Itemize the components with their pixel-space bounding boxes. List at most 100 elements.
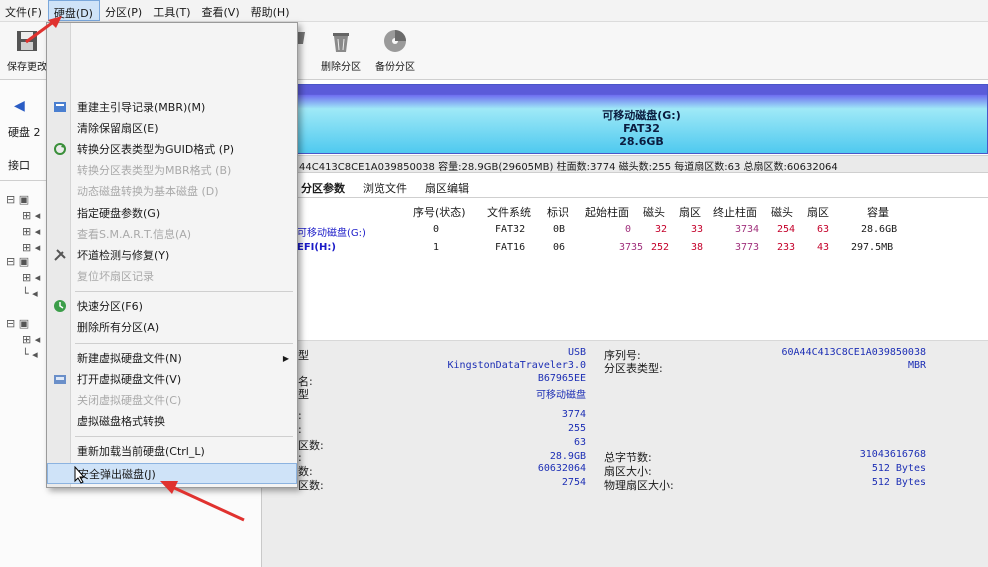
tree-node-disk3[interactable]: ⊟ ▣ xyxy=(6,317,29,330)
tree-node[interactable]: └ ◂ xyxy=(22,287,38,300)
menu-item-label: 指定硬盘参数(G) xyxy=(77,207,161,220)
menu-item-label: 关闭虚拟硬盘文件(C) xyxy=(77,394,182,407)
row-index: 1 xyxy=(433,242,440,253)
menu-item-dynamic-to-basic: 动态磁盘转换为基本磁盘 (D) xyxy=(47,181,297,202)
disk-details-panel: 型 名: 型 : : 区数: : 数: 区数: USB KingstonData… xyxy=(262,340,988,567)
menu-separator xyxy=(75,291,293,292)
menu-item-label: 复位坏扇区记录 xyxy=(77,270,154,283)
row-index: 0 xyxy=(433,224,440,235)
backup-partition-label: 备份分区 xyxy=(375,62,415,73)
tree-node[interactable]: ⊞ ◂ xyxy=(22,209,40,222)
menu-item-convert-guid[interactable]: 转换分区表类型为GUID格式 (P) xyxy=(47,139,297,160)
mbr-icon xyxy=(54,102,66,112)
detail-value: 63 xyxy=(573,437,586,448)
menu-tools[interactable]: 工具(T) xyxy=(148,0,196,21)
row-end-sec: 43 xyxy=(817,242,830,253)
detail-value: KingstonDataTraveler3.0 xyxy=(447,360,586,371)
menu-item-new-virtual-disk[interactable]: 新建虚拟硬盘文件(N) ▶ xyxy=(47,348,297,369)
partition-table: 序号(状态) 文件系统 标识 起始柱面 磁头 扇区 终止柱面 磁头 扇区 容量 … xyxy=(295,200,988,340)
detail-label: 型 xyxy=(298,388,309,401)
menu-item-smart-info: 查看S.M.A.R.T.信息(A) xyxy=(47,224,297,245)
detail-label: 区数: xyxy=(298,479,324,492)
menu-item-label: 查看S.M.A.R.T.信息(A) xyxy=(77,228,192,241)
tree-node-disk1[interactable]: ⊟ ▣ xyxy=(6,193,29,206)
tree-node[interactable]: ⊞ ◂ xyxy=(22,333,40,346)
row-start-head: 252 xyxy=(651,242,670,253)
tab-partition-params[interactable]: 分区参数 xyxy=(297,178,349,197)
detail-value: 512 Bytes xyxy=(871,477,926,488)
menu-item-label: 坏道检测与修复(Y) xyxy=(77,249,170,262)
col-header-fs: 文件系统 xyxy=(487,206,531,219)
menu-item-label: 虚拟磁盘格式转换 xyxy=(77,415,165,428)
nav-arrows-icon[interactable]: ◀ xyxy=(14,98,25,114)
detail-value: USB xyxy=(567,347,586,358)
row-size: 28.6GB xyxy=(861,224,898,235)
detail-label: 分区表类型: xyxy=(604,362,663,375)
menu-item-label: 转换分区表类型为GUID格式 (P) xyxy=(77,143,235,156)
disk-banner[interactable]: 可移动磁盘(G:) FAT32 28.6GB xyxy=(295,84,988,154)
menu-separator xyxy=(75,436,293,437)
quick-partition-icon xyxy=(54,300,66,312)
menu-partition[interactable]: 分区(P) xyxy=(100,0,148,21)
col-header-size: 容量 xyxy=(867,206,889,219)
detail-label: 型 xyxy=(298,349,309,362)
tab-sector-editor[interactable]: 扇区编辑 xyxy=(421,178,473,197)
delete-partition-button[interactable]: 删除分区 xyxy=(316,28,366,76)
detail-value: 31043616768 xyxy=(859,449,926,460)
col-header-end-head: 磁头 xyxy=(771,206,793,219)
backup-partition-button[interactable]: 备份分区 xyxy=(370,28,420,76)
col-header-id: 标识 xyxy=(547,206,569,219)
row-name: EFI(H:) xyxy=(297,242,336,253)
menu-item-delete-all[interactable]: 删除所有分区(A) xyxy=(47,317,297,338)
row-end-sec: 63 xyxy=(817,224,830,235)
menu-file[interactable]: 文件(F) xyxy=(0,0,48,21)
row-end-head: 254 xyxy=(777,224,796,235)
detail-label: : xyxy=(298,423,302,436)
row-start-head: 32 xyxy=(655,224,668,235)
row-id: 06 xyxy=(553,242,566,253)
menu-separator xyxy=(75,343,293,344)
menu-disk[interactable]: 硬盘(D) xyxy=(47,0,100,21)
menu-item-open-virtual-disk[interactable]: 打开虚拟硬盘文件(V) xyxy=(47,369,297,390)
submenu-arrow-icon: ▶ xyxy=(282,354,289,363)
detail-value: 28.9GB xyxy=(549,451,586,462)
menu-item-reload-disk[interactable]: 重新加载当前硬盘(Ctrl_L) xyxy=(47,441,297,462)
save-button[interactable]: 保存更改 xyxy=(2,28,52,76)
menu-help[interactable]: 帮助(H) xyxy=(246,0,296,21)
tree-node[interactable]: └ ◂ xyxy=(22,348,38,361)
detail-label: 区数: xyxy=(298,439,324,452)
row-start-sec: 38 xyxy=(691,242,704,253)
banner-label: 可移动磁盘(G:) FAT32 28.6GB xyxy=(296,109,987,148)
tools-icon xyxy=(54,249,66,261)
menu-item-clear-reserved[interactable]: 清除保留扇区(E) xyxy=(47,118,297,139)
detail-value: 60A44C413C8CE1A039850038 xyxy=(781,347,927,358)
menu-item-quick-partition[interactable]: 快速分区(F6) xyxy=(47,296,297,317)
col-header-start-cyl: 起始柱面 xyxy=(585,206,629,219)
tree-node[interactable]: ⊞ ◂ xyxy=(22,271,40,284)
menu-item-label: 安全弹出磁盘(J) xyxy=(78,468,156,481)
menu-item-rebuild-mbr[interactable]: 重建主引导记录(MBR)(M) xyxy=(47,97,297,118)
tree-node[interactable]: ⊞ ◂ xyxy=(22,241,40,254)
row-start-cyl: 3735 xyxy=(619,242,644,253)
menu-item-safe-eject[interactable]: 安全弹出磁盘(J) xyxy=(47,463,297,484)
row-fs: FAT32 xyxy=(495,224,526,235)
tree-node-disk2[interactable]: ⊟ ▣ xyxy=(6,255,29,268)
tree-node[interactable]: ⊞ ◂ xyxy=(22,225,40,238)
col-header-start-sec: 扇区 xyxy=(679,206,701,219)
detail-value: 255 xyxy=(567,423,586,434)
menu-item-virtual-format-convert[interactable]: 虚拟磁盘格式转换 xyxy=(47,411,297,432)
menu-item-disk-params[interactable]: 指定硬盘参数(G) xyxy=(47,203,297,224)
open-disk-icon xyxy=(54,375,66,384)
trash-icon xyxy=(333,33,349,52)
menu-item-label: 清除保留扇区(E) xyxy=(77,122,159,135)
detail-value: MBR xyxy=(907,360,926,371)
menu-item-label: 动态磁盘转换为基本磁盘 (D) xyxy=(77,185,219,198)
detail-value: 3774 xyxy=(561,409,586,420)
tab-browse-files[interactable]: 浏览文件 xyxy=(359,178,411,197)
tab-bar: 分区参数 浏览文件 扇区编辑 xyxy=(295,178,988,198)
menu-item-label: 删除所有分区(A) xyxy=(77,321,160,334)
menu-item-reset-bad-sectors: 复位坏扇区记录 xyxy=(47,266,297,287)
disk-label: 硬盘 2 xyxy=(8,126,41,139)
menu-item-bad-sector-check[interactable]: 坏道检测与修复(Y) xyxy=(47,245,297,266)
menu-view[interactable]: 查看(V) xyxy=(197,0,246,21)
